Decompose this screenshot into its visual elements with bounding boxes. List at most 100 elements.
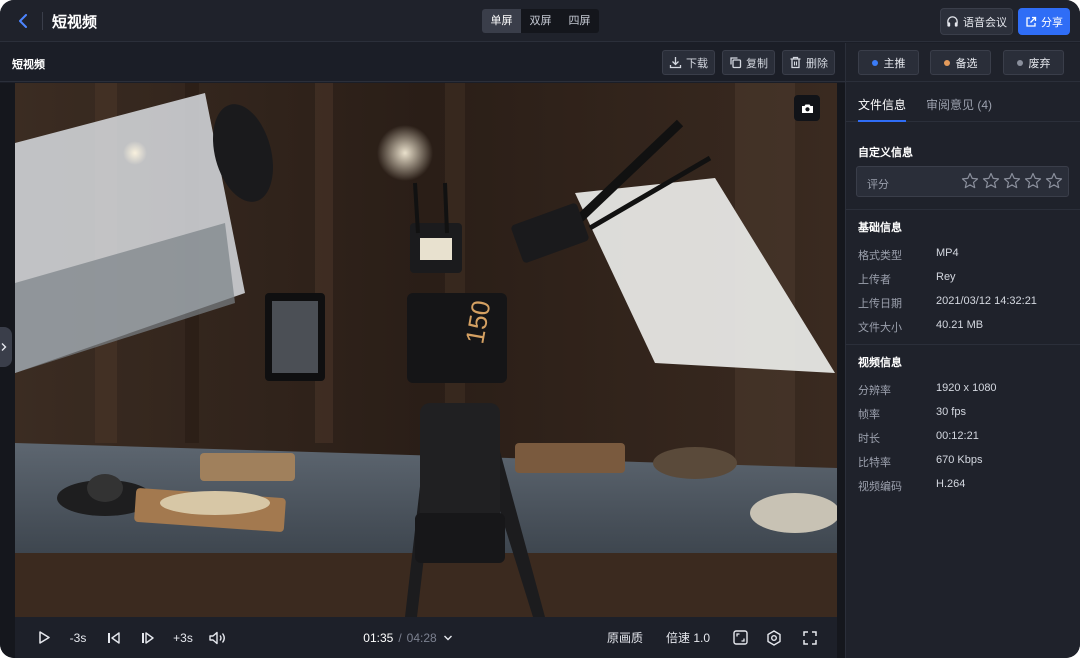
info-value: MP4 [936,247,959,259]
info-key: 时长 [858,433,880,445]
file-toolbar: 短视频 下载 复制 删除 [0,43,845,82]
info-row: 时长 00:12:21 [858,430,1073,446]
divider [42,12,43,30]
info-key: 上传日期 [858,298,902,310]
chevron-left-icon [19,14,27,28]
active-tab-indicator [858,120,906,122]
layout-quad-button[interactable]: 四屏 [560,9,599,33]
time-separator: / [398,630,402,645]
current-time: 01:35 [363,630,394,645]
divider [846,209,1080,210]
trash-icon [790,56,801,69]
video-image: 150 [15,83,837,617]
speed-button[interactable]: 倍速 1.0 [663,617,713,658]
total-time: 04:28 [406,630,437,645]
copy-button[interactable]: 复制 [722,50,775,75]
tag-row: 主推 备选 废弃 [846,43,1080,82]
basic-info-title: 基础信息 [858,222,902,234]
copy-icon [730,57,742,69]
volume-icon [209,631,225,644]
panel-tabs: 文件信息 审阅意见 (4) [846,83,1080,122]
download-icon [669,57,682,69]
top-bar: 短视频 单屏 双屏 四屏 语音会议 分享 [0,0,1080,42]
info-value: 40.21 MB [936,319,984,331]
info-key: 视频编码 [858,481,902,493]
divider [846,344,1080,345]
step-back-icon [108,631,120,644]
time-display[interactable]: 01:35 / 04:28 [358,617,458,658]
star-icon[interactable] [961,172,979,190]
download-button[interactable]: 下载 [662,50,715,75]
tag-discard-button[interactable]: 废弃 [1003,50,1064,75]
fit-screen-button[interactable] [731,617,749,658]
video-frame[interactable]: 150 [15,83,837,617]
download-label: 下载 [686,57,708,70]
volume-button[interactable] [207,617,229,658]
settings-button[interactable] [765,617,783,658]
tag-alternate-label: 备选 [955,57,978,70]
left-edge [0,83,15,658]
headphones-icon [947,16,958,27]
forward-button[interactable]: +3s [170,617,196,658]
back-button[interactable] [14,11,34,31]
info-value: 670 Kbps [936,454,983,466]
fullscreen-button[interactable] [801,617,819,658]
tab-review-comments[interactable]: 审阅意见 (4) [926,96,992,113]
info-row: 帧率 30 fps [858,406,1073,422]
rating-label: 评分 [867,179,889,191]
gear-icon [767,629,781,646]
tag-alternate-button[interactable]: 备选 [930,50,991,75]
step-forward-icon [142,631,154,644]
page-title: 短视频 [52,14,98,31]
play-icon [39,631,50,644]
rewind-button[interactable]: -3s [65,617,91,658]
video-info-title: 视频信息 [858,357,902,369]
tab-file-info[interactable]: 文件信息 [858,96,906,113]
snapshot-button[interactable] [794,95,820,121]
fit-screen-icon [732,630,748,645]
info-row: 格式类型 MP4 [858,247,1073,263]
info-row: 视频编码 H.264 [858,478,1073,494]
star-icon[interactable] [1003,172,1021,190]
voice-meeting-button[interactable]: 语音会议 [940,8,1013,35]
expand-sidebar-handle[interactable] [0,327,12,367]
camera-icon [801,104,813,113]
quality-button[interactable]: 原画质 [605,617,645,658]
info-panel: 主推 备选 废弃 文件信息 审阅意见 (4) 自定义信息 评分 基础信息 格式类… [845,43,1080,658]
star-icon[interactable] [1045,172,1063,190]
layout-double-button[interactable]: 双屏 [521,9,560,33]
share-icon [1026,16,1037,27]
rating-stars [961,172,1063,190]
info-key: 比特率 [858,457,891,469]
info-key: 文件大小 [858,322,902,334]
next-frame-button[interactable] [137,617,159,658]
share-button[interactable]: 分享 [1018,8,1070,35]
info-row: 文件大小 40.21 MB [858,319,1073,335]
info-value: 1920 x 1080 [936,382,997,394]
player-controls: -3s +3s 01:35 / 04:28 原画质 倍速 1.0 [15,617,837,658]
layout-single-button[interactable]: 单屏 [482,9,521,33]
layout-switch: 单屏 双屏 四屏 [482,9,599,33]
fullscreen-icon [803,630,817,645]
prev-frame-button[interactable] [103,617,125,658]
play-button[interactable] [33,617,55,658]
info-key: 格式类型 [858,250,902,262]
star-icon[interactable] [982,172,1000,190]
chevron-right-icon [1,343,7,351]
info-value: 00:12:21 [936,430,979,442]
star-icon[interactable] [1024,172,1042,190]
tag-primary-label: 主推 [883,57,906,70]
chevron-down-icon [443,635,452,640]
info-row: 分辨率 1920 x 1080 [858,382,1073,398]
info-key: 帧率 [858,409,880,421]
info-row: 比特率 670 Kbps [858,454,1073,470]
info-key: 分辨率 [858,385,891,397]
delete-button[interactable]: 删除 [782,50,835,75]
info-value: 2021/03/12 14:32:21 [936,295,1037,307]
tag-primary-button[interactable]: 主推 [858,50,919,75]
info-row: 上传日期 2021/03/12 14:32:21 [858,295,1073,311]
delete-label: 删除 [806,57,828,70]
tag-dot [1016,59,1023,66]
file-name: 短视频 [12,59,45,71]
tag-dot [871,59,878,66]
